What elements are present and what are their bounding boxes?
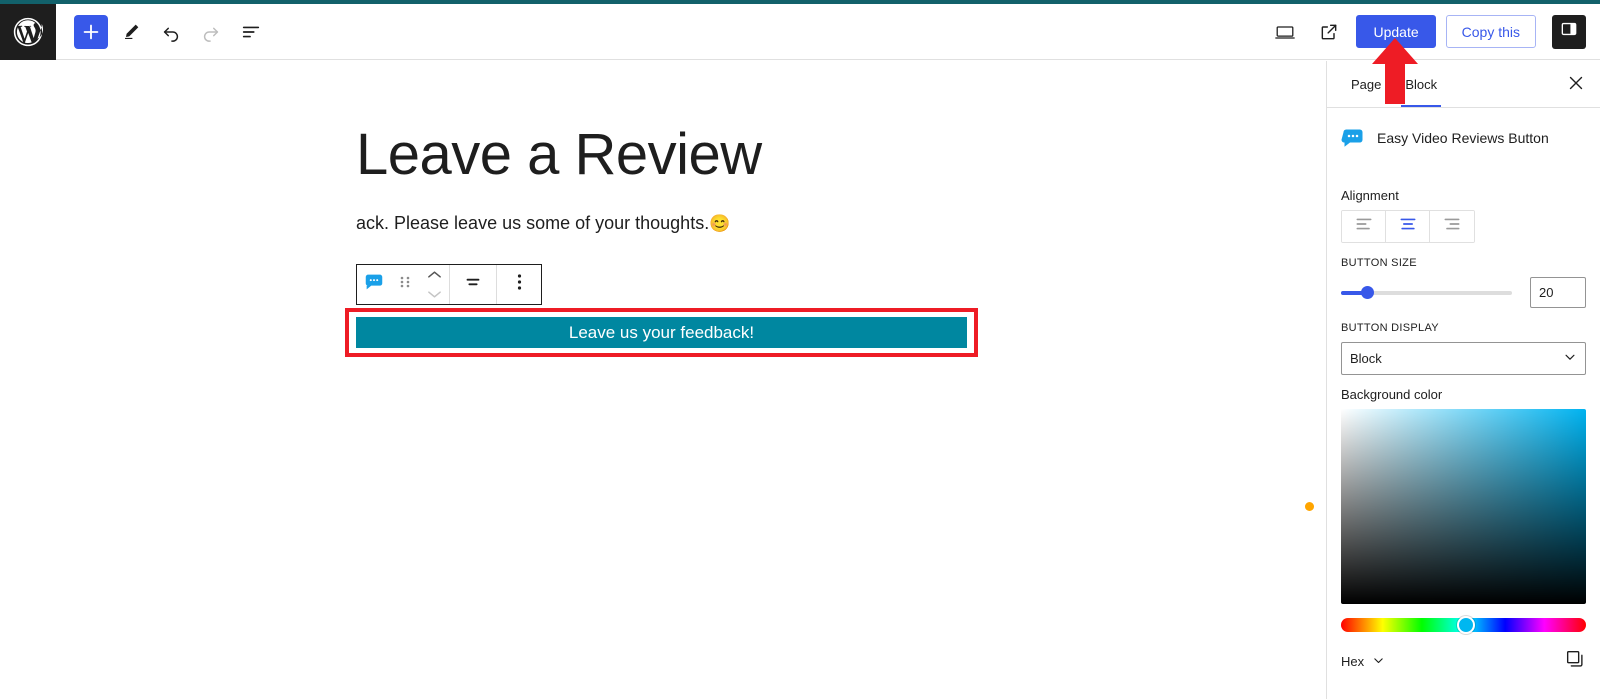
settings-sidebar: Page Block Easy Video Reviews Button Ali… bbox=[1326, 61, 1600, 699]
button-size-slider[interactable] bbox=[1341, 283, 1512, 303]
align-center-button[interactable] bbox=[1386, 211, 1430, 242]
leave-feedback-button-block[interactable]: Leave us your feedback! bbox=[356, 317, 967, 348]
paragraph-text: ack. Please leave us some of your though… bbox=[356, 213, 710, 233]
editor-canvas: Leave a Review ack. Please leave us some… bbox=[0, 61, 1326, 699]
external-link-icon bbox=[1319, 22, 1339, 42]
button-size-row bbox=[1341, 277, 1586, 308]
slider-thumb[interactable] bbox=[1361, 285, 1374, 299]
more-vertical-icon bbox=[517, 272, 522, 297]
color-format-row: Hex bbox=[1341, 648, 1586, 675]
edit-mode-button[interactable] bbox=[114, 15, 148, 49]
color-format-select[interactable]: Hex bbox=[1341, 654, 1385, 670]
button-display-select[interactable]: Block bbox=[1341, 342, 1586, 375]
close-icon bbox=[1568, 75, 1584, 96]
chevron-up-icon[interactable] bbox=[427, 266, 442, 284]
pencil-icon bbox=[121, 21, 142, 42]
background-color-label: Background color bbox=[1341, 387, 1443, 402]
color-format-value: Hex bbox=[1341, 654, 1365, 669]
color-saturation-area[interactable] bbox=[1341, 409, 1586, 604]
close-sidebar-button[interactable] bbox=[1564, 73, 1588, 97]
block-mover[interactable] bbox=[419, 265, 449, 304]
button-size-label: BUTTON SIZE bbox=[1341, 257, 1417, 269]
copy-icon bbox=[1564, 648, 1586, 675]
chevron-down-icon[interactable] bbox=[427, 286, 442, 304]
header-right-toolbar: Update Copy this bbox=[1268, 14, 1600, 49]
block-toolbar bbox=[356, 264, 542, 305]
chevron-down-icon bbox=[1563, 350, 1577, 367]
plus-icon bbox=[80, 21, 102, 43]
list-view-button[interactable] bbox=[234, 15, 268, 49]
block-toolbar-left-group bbox=[357, 265, 449, 304]
redo-button[interactable] bbox=[194, 15, 228, 49]
paragraph-block[interactable]: ack. Please leave us some of your though… bbox=[356, 209, 966, 238]
preview-external-button[interactable] bbox=[1312, 15, 1346, 49]
align-right-icon bbox=[1442, 214, 1462, 239]
wordpress-logo-button[interactable] bbox=[0, 3, 56, 60]
drag-dots-icon bbox=[398, 273, 412, 296]
hue-slider-thumb[interactable] bbox=[1456, 616, 1475, 634]
header-left-toolbar bbox=[56, 14, 268, 49]
settings-sidebar-toggle[interactable] bbox=[1552, 14, 1586, 49]
button-size-input[interactable] bbox=[1530, 277, 1586, 308]
sidebar-block-name: Easy Video Reviews Button bbox=[1377, 130, 1549, 146]
undo-icon bbox=[160, 21, 182, 43]
align-right-button[interactable] bbox=[1430, 211, 1474, 242]
redo-icon bbox=[200, 21, 222, 43]
desktop-icon bbox=[1274, 21, 1296, 43]
undo-button[interactable] bbox=[154, 15, 188, 49]
color-hue-slider[interactable] bbox=[1341, 616, 1586, 634]
editor-header: Update Copy this bbox=[0, 3, 1600, 60]
alignment-button-group bbox=[1341, 210, 1475, 243]
editor-root: Update Copy this Leave a Review ack. Ple… bbox=[0, 0, 1600, 699]
add-block-button[interactable] bbox=[74, 14, 108, 49]
easy-video-reviews-icon bbox=[1341, 126, 1365, 150]
align-left-icon bbox=[1354, 214, 1374, 239]
sidebar-tabs: Page Block bbox=[1327, 61, 1600, 108]
align-center-icon bbox=[1398, 214, 1418, 239]
chevron-down-icon bbox=[1372, 654, 1385, 670]
wordpress-icon bbox=[11, 15, 45, 49]
align-left-button[interactable] bbox=[1342, 211, 1386, 242]
alignment-label: Alignment bbox=[1341, 188, 1399, 203]
view-device-button[interactable] bbox=[1268, 15, 1302, 49]
block-align-button[interactable] bbox=[450, 265, 496, 304]
sidebar-block-info: Easy Video Reviews Button bbox=[1327, 108, 1600, 150]
sidebar-controls: Alignment BUTTON SIZE 20 BUTTON DISPLAY … bbox=[1327, 188, 1600, 675]
align-center-icon bbox=[462, 271, 484, 298]
red-arrow-annotation bbox=[1372, 38, 1418, 104]
smiley-emoji: 😊 bbox=[709, 214, 731, 233]
button-display-value: Block bbox=[1350, 351, 1382, 366]
block-options-button[interactable] bbox=[497, 265, 541, 304]
orange-indicator-dot bbox=[1305, 502, 1314, 511]
sidebar-panel-icon bbox=[1559, 19, 1579, 44]
list-view-icon bbox=[240, 21, 262, 43]
block-type-button[interactable] bbox=[357, 265, 391, 304]
drag-handle[interactable] bbox=[391, 265, 419, 304]
copy-this-button[interactable]: Copy this bbox=[1445, 15, 1536, 48]
easy-video-reviews-icon bbox=[363, 271, 385, 298]
page-title[interactable]: Leave a Review bbox=[356, 123, 762, 187]
button-display-label: BUTTON DISPLAY bbox=[1341, 322, 1439, 334]
copy-color-button[interactable] bbox=[1564, 648, 1586, 675]
